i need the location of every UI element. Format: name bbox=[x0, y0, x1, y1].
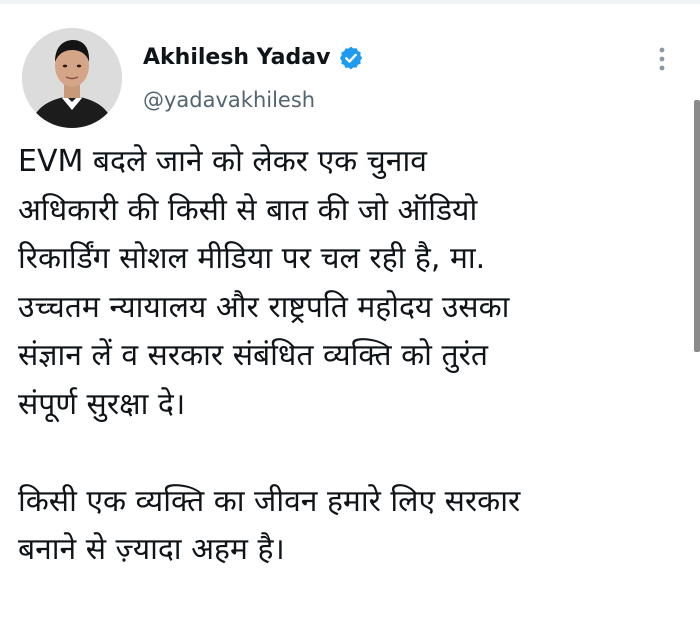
author-display-name[interactable]: Akhilesh Yadav bbox=[143, 44, 330, 72]
scrollbar[interactable] bbox=[694, 100, 700, 352]
author-name[interactable]: Akhilesh Yadav bbox=[143, 44, 364, 72]
tweet-text: EVM बदले जाने को लेकर एक चुनाव अधिकारी क… bbox=[18, 138, 690, 575]
tweet-line: बनाने से ज़्यादा अहम है। bbox=[18, 532, 285, 567]
more-options-icon[interactable] bbox=[652, 46, 672, 72]
tweet-line: संपूर्ण सुरक्षा दे। bbox=[18, 386, 186, 422]
tweet-line: रिकार्डिंग सोशल मीडिया पर चल रही है, मा. bbox=[18, 241, 486, 276]
avatar[interactable] bbox=[22, 28, 122, 128]
tweet-line: संज्ञान लें व सरकार संबंधित व्यक्ति को त… bbox=[18, 338, 488, 373]
tweet-line: अधिकारी की किसी से बात की जो ऑडियो bbox=[18, 192, 478, 228]
tweet-line: उच्चतम न्यायालय और राष्ट्रपति महोदय उसका bbox=[18, 289, 510, 325]
tweet-line: EVM बदले जाने को लेकर एक चुनाव bbox=[18, 144, 427, 179]
author-handle[interactable]: @yadavakhilesh bbox=[143, 86, 315, 114]
tweet-line: किसी एक व्यक्ति का जीवन हमारे लिए सरकार bbox=[18, 483, 521, 519]
top-divider bbox=[0, 0, 700, 4]
profile-photo-avatar bbox=[22, 28, 122, 128]
verified-badge-icon bbox=[340, 46, 363, 70]
